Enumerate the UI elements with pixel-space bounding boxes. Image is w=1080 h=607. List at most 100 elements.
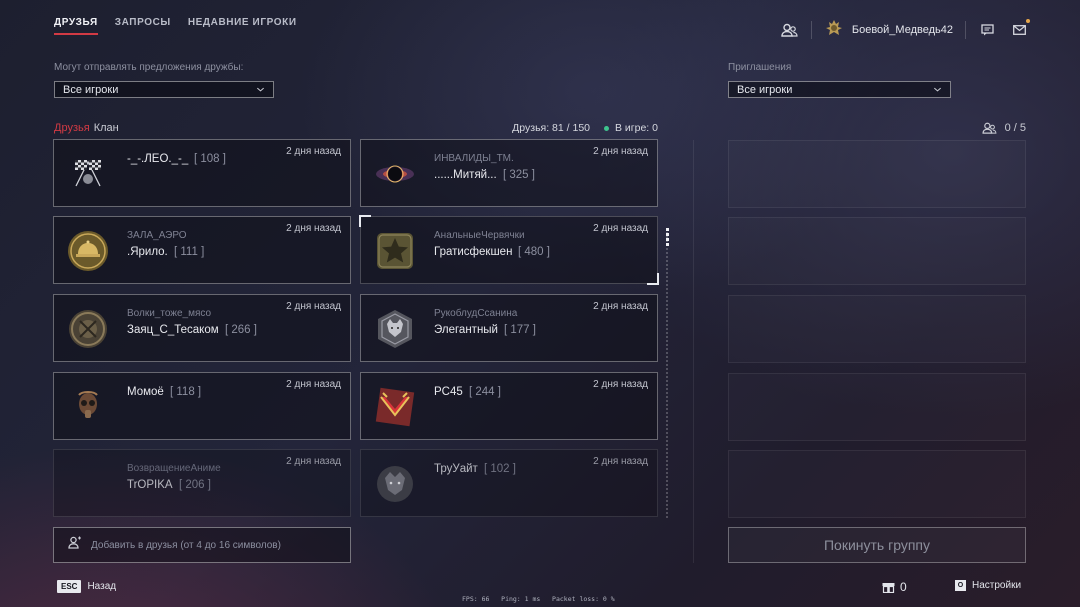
friend-level: [ 325 ] [503,169,535,181]
friend-last-seen: 2 дня назад [593,146,648,157]
friends-subtabs: Друзья Клан [54,122,119,134]
add-user-icon [68,536,82,554]
friend-level: [ 266 ] [225,324,257,336]
rank-insignia-icon [824,18,844,43]
invitations-filter-select[interactable]: Все игроки [728,81,951,98]
friend-card[interactable]: Волки_тоже_мясо Заяц_С_Тесаком [ 266 ] 2… [53,294,351,362]
back-label: Назад [87,581,117,592]
separator [965,21,966,39]
slots-text: 0 / 5 [1004,122,1026,134]
friends-scrollbar[interactable] [666,228,668,518]
friend-level: [ 118 ] [170,386,202,398]
friend-nickname: Гратисфекшен [434,246,513,258]
friend-clan: АнальныеЧервячки [434,230,525,241]
add-friend-placeholder: Добавить в друзья (от 4 до 16 символов) [91,539,281,551]
chevron-down-icon [933,87,942,92]
friend-last-seen: 2 дня назад [286,456,341,467]
friend-level: [ 244 ] [469,386,501,398]
user-profile[interactable]: Боевой_Медведь42 [824,18,953,43]
friend-card[interactable]: ИНВАЛИДЫ_ТМ. ......Митяй... [ 325 ] 2 дн… [360,139,658,207]
friend-card[interactable]: РукоблудСсанина Элегантный [ 177 ] 2 дня… [360,294,658,362]
friend-card[interactable]: PC45 [ 244 ] 2 дня назад [360,372,658,440]
friends-scrollbar-thumb[interactable] [666,228,669,246]
friend-last-seen: 2 дня назад [286,379,341,390]
friend-card[interactable]: -_-.ЛЕО._-_ [ 108 ] 2 дня назад [53,139,351,207]
group-icon [982,122,997,134]
friend-clan: ВозвращениеАниме [127,463,221,474]
red-chevron-emblem-icon [373,385,417,429]
friend-requests-filter-label: Могут отправлять предложения дружбы: [54,62,244,73]
select-value: Все игроки [63,83,119,96]
friend-clan: ЗАЛА_АЭРО [127,230,187,241]
crate-icon [882,582,895,593]
friend-card[interactable]: ЗАЛА_АЭРО .Ярило. [ 111 ] 2 дня назад [53,216,351,284]
friend-nickname: TrOPIKA [127,479,173,491]
leave-group-button[interactable]: Покинуть группу [728,527,1026,563]
friend-level: [ 206 ] [179,479,211,491]
chevron-down-icon [256,87,265,92]
racing-flags-emblem-icon [66,152,110,196]
friend-level: [ 102 ] [484,463,516,475]
fps-readout: FPS: 66 [462,595,490,603]
ping-readout: Ping: 1 ms [501,595,541,603]
add-friend-input[interactable]: Добавить в друзья (от 4 до 16 символов) [53,527,351,563]
friend-clan: ИНВАЛИДЫ_ТМ. [434,153,514,164]
subtab-friends[interactable]: Друзья [54,122,90,134]
tab-friends[interactable]: ДРУЗЬЯ [54,17,98,35]
friend-nickname: Заяц_С_Тесаком [127,324,219,336]
tab-requests[interactable]: ЗАПРОСЫ [115,17,171,35]
group-slots-count: 0 / 5 [982,122,1026,134]
friend-last-seen: 2 дня назад [286,223,341,234]
friend-last-seen: 2 дня назад [593,223,648,234]
group-slot [728,217,1026,285]
friends-count: Друзья: 81 / 150 [512,122,591,134]
friend-nickname: ТруУайт [434,463,478,475]
top-tabs: ДРУЗЬЯ ЗАПРОСЫ НЕДАВНИЕ ИГРОКИ [54,17,297,35]
group-slot [728,140,1026,208]
friend-level: [ 480 ] [518,246,550,258]
settings-button[interactable]: O Настройки [955,580,1021,591]
select-value: Все игроки [737,83,793,96]
friend-level: [ 108 ] [194,153,226,165]
friend-card[interactable]: АнальныеЧервячки Гратисфекшен [ 480 ] 2 … [359,215,659,285]
chat-icon[interactable] [978,21,996,39]
friend-card[interactable]: ТруУайт [ 102 ] 2 дня назад [360,449,658,517]
online-dot-icon [604,125,610,131]
network-stats: FPS: 66 Ping: 1 ms Packet loss: 0 % [462,595,615,603]
friend-card[interactable]: Момоё [ 118 ] 2 дня назад [53,372,351,440]
black-hole-emblem-icon [373,152,417,196]
in-game-count: В игре: 0 [615,122,658,134]
group-slot [728,373,1026,441]
friend-level: [ 177 ] [504,324,536,336]
friend-requests-filter-select[interactable]: Все игроки [54,81,274,98]
group-slot [728,295,1026,363]
settings-label: Настройки [972,580,1022,591]
friend-last-seen: 2 дня назад [593,456,648,467]
friend-clan: Волки_тоже_мясо [127,308,212,319]
tab-recent-players[interactable]: НЕДАВНИЕ ИГРОКИ [188,17,297,35]
packet-loss-readout: Packet loss: 0 % [552,595,615,603]
friend-nickname: -_-.ЛЕО._-_ [127,153,189,165]
empty-emblem [66,462,110,506]
subtab-clan[interactable]: Клан [94,122,119,134]
friend-last-seen: 2 дня назад [286,301,341,312]
bronze-dome-emblem-icon [66,229,110,273]
esc-key-hint: ESC [57,580,82,593]
group-icon[interactable] [781,21,799,39]
in-game-count-wrap: В игре: 0 [604,122,658,134]
friend-clan: РукоблудСсанина [434,308,518,319]
back-button[interactable]: ESC Назад [57,580,116,593]
notification-dot [1026,19,1030,23]
wolf-emblem-icon [373,307,417,351]
mail-icon[interactable] [1010,19,1030,39]
panel-divider [693,140,694,563]
friend-last-seen: 2 дня назад [593,379,648,390]
top-right-bar: Боевой_Медведь42 [781,18,1030,43]
gas-mask-emblem-icon [66,385,110,429]
friend-nickname: Элегантный [434,324,498,336]
friend-level: [ 111 ] [174,246,205,258]
username: Боевой_Медведь42 [851,24,953,36]
settings-key-hint: O [955,580,966,591]
friend-card[interactable]: ВозвращениеАниме TrOPIKA [ 206 ] 2 дня н… [53,449,351,517]
currency-value: 0 [900,580,907,594]
